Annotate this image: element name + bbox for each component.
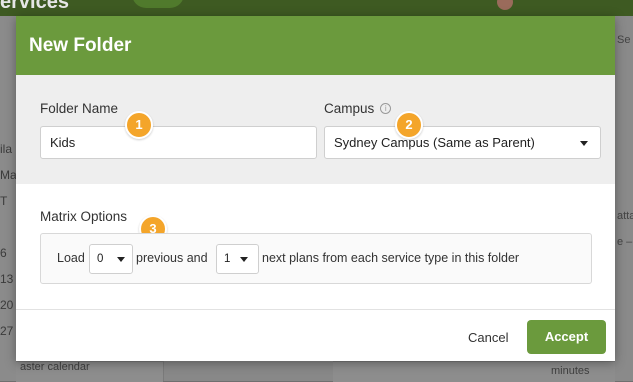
folder-name-label: Folder Name (40, 101, 119, 116)
background-cell: T (0, 194, 8, 208)
background-bottom-text: aster calendar (20, 361, 90, 373)
previous-plans-select[interactable]: 0 (89, 244, 133, 274)
previous-plans-value: 0 (97, 253, 104, 265)
background-app-title: ervices (0, 0, 69, 13)
dialog-header: New Folder (16, 16, 615, 75)
background-cell: 13 (0, 272, 14, 286)
background-text: Se (617, 34, 631, 46)
footer-divider (16, 309, 615, 310)
background-text: atta (617, 210, 633, 222)
background-bottom-right: minutes (333, 361, 615, 382)
background-left-column: ila Ma T 6 13 20 27 (0, 16, 17, 381)
background-bottom-left: aster calendar (16, 361, 133, 382)
background-text: e – (617, 236, 633, 248)
background-cell: 20 (0, 298, 14, 312)
new-folder-dialog: New Folder Folder Name Kids 1 Campus i Sy… (16, 16, 615, 361)
background-cell: Ma (0, 168, 17, 182)
chevron-down-icon (240, 257, 248, 262)
step-badge-1: 1 (125, 111, 153, 139)
background-bottom-cell (133, 361, 163, 382)
campus-label-text: Campus (324, 101, 375, 116)
campus-select[interactable]: Sydney Campus (Same as Parent) (324, 126, 601, 159)
background-cell: 27 (0, 324, 14, 338)
background-cell: ila (0, 142, 13, 156)
step-badge-2: 2 (395, 111, 423, 139)
chevron-down-icon (117, 257, 125, 262)
chevron-down-icon (580, 141, 588, 146)
background-bottom-text: minutes (551, 365, 590, 377)
background-avatar (497, 0, 513, 10)
background-topbar: ervices (0, 0, 633, 16)
background-cell: 6 (0, 246, 7, 260)
matrix-options-box: Load 0 previous and 1 next plans from ea… (40, 233, 592, 284)
cancel-button[interactable]: Cancel (468, 330, 508, 345)
dialog-title: New Folder (29, 35, 132, 56)
folder-name-input[interactable]: Kids (40, 126, 317, 159)
load-text: Load (57, 251, 85, 265)
campus-label: Campus i (324, 101, 392, 116)
info-icon[interactable]: i (380, 103, 392, 114)
campus-selected-value: Sydney Campus (Same as Parent) (334, 135, 535, 150)
next-text: next plans from each service type in thi… (262, 251, 520, 265)
next-plans-value: 1 (224, 253, 231, 265)
next-plans-select[interactable]: 1 (216, 244, 259, 274)
previous-text: previous and (136, 251, 208, 265)
matrix-options-label: Matrix Options (40, 209, 128, 224)
accept-button[interactable]: Accept (527, 320, 606, 354)
background-nav-pill (132, 0, 184, 8)
background-right-strip: Se atta e – (615, 16, 633, 381)
